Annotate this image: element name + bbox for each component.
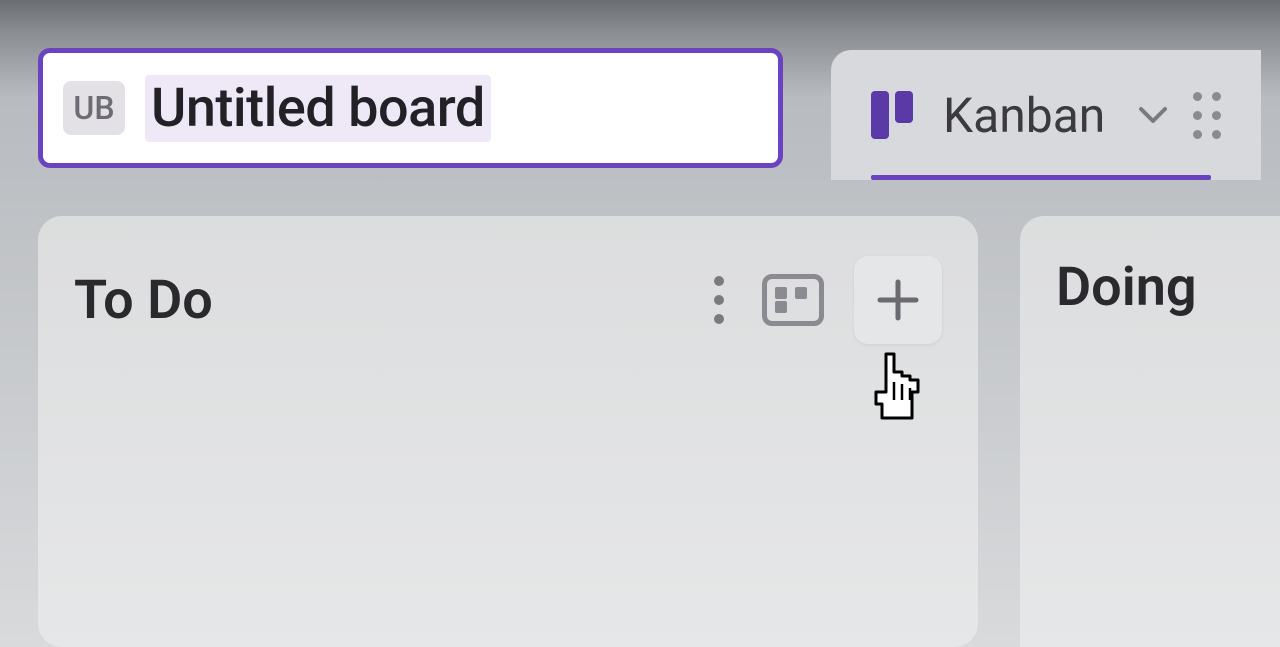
column-doing: Doing: [1020, 216, 1280, 647]
top-bar: UB Untitled board Kanban: [0, 0, 1280, 180]
cursor-pointer-icon: [862, 348, 926, 428]
plus-icon: [876, 278, 920, 322]
drag-handle-icon[interactable]: [1193, 92, 1221, 139]
column-title[interactable]: To Do: [74, 269, 684, 332]
add-card-button[interactable]: [854, 256, 942, 344]
column-header: To Do: [74, 256, 942, 344]
column-header: Doing: [1056, 256, 1244, 319]
board-initials-badge: UB: [63, 81, 125, 135]
more-options-icon[interactable]: [706, 268, 732, 332]
board-title-input[interactable]: UB Untitled board: [38, 48, 783, 168]
column-actions: [706, 256, 942, 344]
card-layout-icon[interactable]: [762, 274, 824, 326]
columns-area: To Do Doing: [0, 180, 1280, 647]
chevron-down-icon[interactable]: [1137, 99, 1169, 131]
column-title[interactable]: Doing: [1056, 256, 1244, 319]
column-todo: To Do: [38, 216, 978, 647]
view-switcher-tab[interactable]: Kanban: [831, 50, 1261, 180]
kanban-icon: [871, 91, 919, 139]
board-title-text[interactable]: Untitled board: [145, 75, 491, 142]
view-label: Kanban: [943, 87, 1105, 144]
